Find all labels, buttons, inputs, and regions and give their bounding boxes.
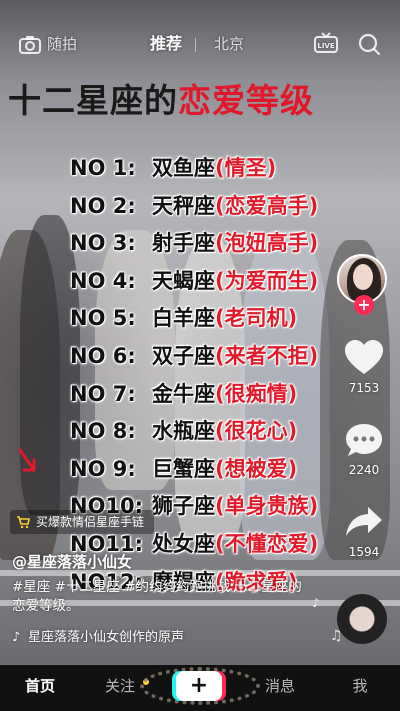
- rank-row: NO 6: 双子座(来者不拒): [70, 338, 370, 376]
- headline-main: 十二星座的: [8, 81, 178, 120]
- headline-highlight: 恋爱等级: [178, 81, 314, 120]
- avatar-face: [353, 264, 373, 290]
- promo-label: 买爆款情侣星座手链: [36, 515, 145, 529]
- rank-row: NO 7: 金牛座(很痴情): [70, 376, 370, 414]
- rank-number: NO 5:: [70, 306, 136, 331]
- rank-row: NO 5: 白羊座(老司机): [70, 300, 370, 338]
- rank-level: (不懂恋爱): [215, 531, 319, 556]
- rank-number: NO 2:: [70, 193, 136, 218]
- share-count: 1594: [348, 545, 380, 559]
- music-note-icon: ♫: [330, 628, 343, 644]
- tiktok-logo-icon: ♪: [12, 630, 21, 645]
- cart-icon: [16, 515, 30, 529]
- rank-number: NO 7:: [70, 381, 136, 406]
- music-title-text: 星座落落小仙女创作的原声: [28, 630, 185, 645]
- camera-icon[interactable]: [18, 30, 42, 58]
- rank-sign: 狮子座: [152, 494, 215, 519]
- tab-local[interactable]: 北京: [214, 30, 244, 58]
- rank-number: NO 3:: [70, 231, 136, 256]
- nav-home[interactable]: 首页: [10, 665, 70, 711]
- bottom-nav: 首页 关注 + 消息 我: [0, 665, 400, 711]
- author-name[interactable]: @星座落落小仙女: [12, 551, 132, 572]
- comment-count: 2240: [348, 463, 380, 477]
- video-description[interactable]: #星座 #十二星座 #约约约约跑挑战 十二星座的恋爱等级。: [12, 578, 302, 616]
- music-title[interactable]: ♪ 星座落落小仙女创作的原声: [12, 626, 184, 645]
- rank-row: NO 2: 天秤座(恋爱高手): [70, 188, 370, 226]
- like-count: 7153: [348, 381, 380, 395]
- rank-number: NO 9:: [70, 456, 136, 481]
- rank-level: (很花心): [215, 419, 298, 444]
- rank-sign: 水瓶座: [152, 419, 215, 444]
- music-disc-icon[interactable]: [337, 594, 387, 644]
- rank-level: (恋爱高手): [215, 193, 319, 218]
- product-promo-chip[interactable]: 买爆款情侣星座手链: [10, 510, 155, 534]
- tab-recommend[interactable]: 推荐: [150, 30, 182, 58]
- share-icon[interactable]: [344, 504, 384, 540]
- rank-row: NO 9: 巨蟹座(想被爱): [70, 451, 370, 489]
- comment-icon[interactable]: [344, 422, 384, 458]
- rank-row: NO 4: 天蝎座(为爱而生): [70, 263, 370, 301]
- rank-level: (泡妞高手): [215, 231, 319, 256]
- rank-sign: 白羊座: [152, 306, 215, 331]
- arrow-sticker-icon: [16, 448, 40, 482]
- rank-sign: 天蝎座: [152, 268, 215, 293]
- nav-me[interactable]: 我: [330, 665, 390, 711]
- rank-sign: 射手座: [152, 231, 215, 256]
- rank-sign: 双子座: [152, 343, 215, 368]
- rank-row: NO 1: 双鱼座(情圣): [70, 150, 370, 188]
- tab-divider: [195, 38, 196, 52]
- action-column: + 7153 2240 1594 ♫: [330, 0, 400, 665]
- create-plus-button[interactable]: +: [176, 671, 222, 701]
- music-note-icon: ♪: [312, 596, 320, 610]
- rank-level: (单身贵族): [215, 494, 319, 519]
- rank-number: NO 1:: [70, 156, 136, 180]
- rank-sign: 巨蟹座: [152, 456, 215, 481]
- rank-level: (想被爱): [215, 456, 298, 481]
- rank-level: (很痴情): [215, 381, 298, 406]
- follow-button[interactable]: +: [354, 295, 374, 315]
- rank-level: (来者不拒): [215, 343, 319, 368]
- rank-level: (为爱而生): [215, 268, 319, 293]
- rank-sign: 处女座: [152, 531, 215, 556]
- rank-number: NO 8:: [70, 419, 136, 444]
- heart-icon[interactable]: [344, 340, 384, 376]
- rank-sign: 天秤座: [152, 193, 215, 218]
- rank-level: (情圣): [215, 156, 277, 180]
- nav-messages[interactable]: 消息: [250, 665, 310, 711]
- rank-level: (老司机): [215, 306, 298, 331]
- rank-row: NO 8: 水瓶座(很花心): [70, 413, 370, 451]
- rank-sign: 金牛座: [152, 381, 215, 406]
- rank-number: NO 6:: [70, 343, 136, 368]
- camera-label[interactable]: 随拍: [47, 30, 77, 58]
- rank-sign: 双鱼座: [152, 156, 215, 180]
- rank-row: NO 3: 射手座(泡妞高手): [70, 225, 370, 263]
- rank-number: NO 4:: [70, 268, 136, 293]
